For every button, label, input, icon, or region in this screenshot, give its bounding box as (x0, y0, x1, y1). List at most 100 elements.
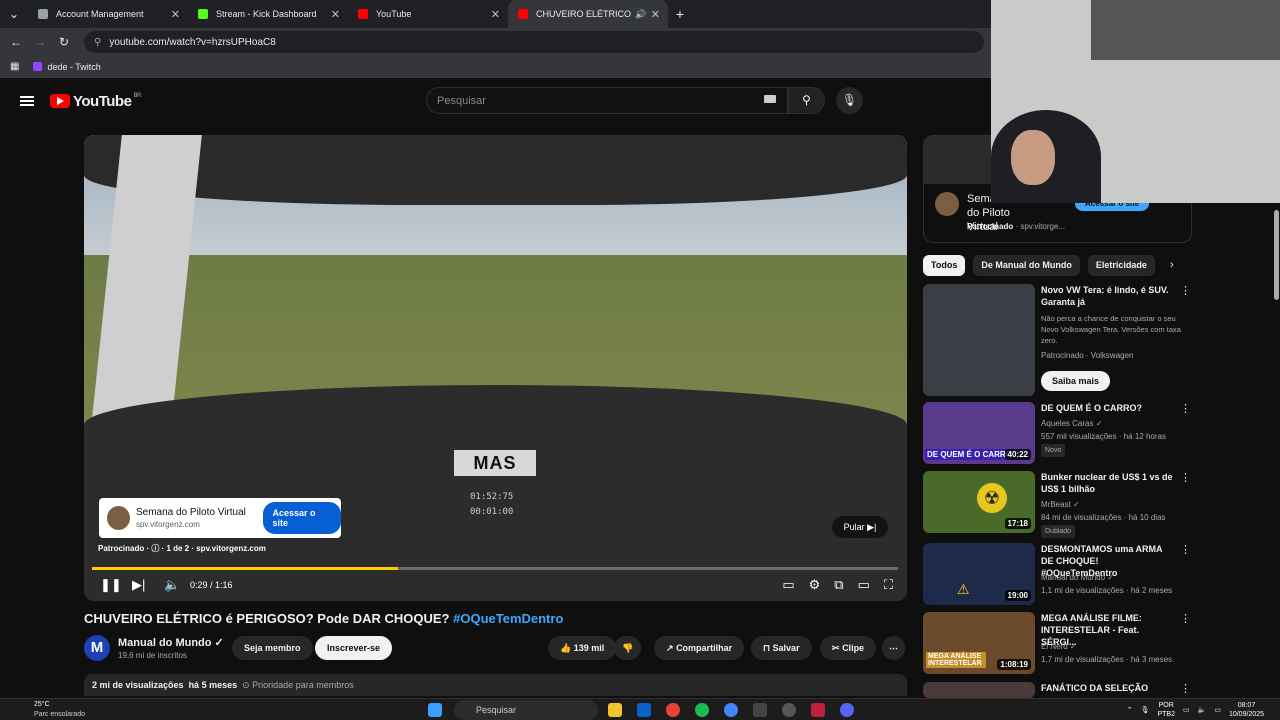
search-icon[interactable]: ⚲ (788, 87, 825, 114)
more-options-icon[interactable]: ⋮ (1180, 471, 1191, 484)
channel-avatar[interactable]: M (84, 635, 110, 661)
microphone-tray-icon[interactable]: 🎙 (1141, 706, 1150, 715)
save-label: Salvar (772, 643, 800, 653)
tab-close-icon[interactable]: ✕ (171, 8, 180, 21)
recommendation-item[interactable]: Novo VW Tera: é lindo, é SUV. Garanta já… (923, 284, 1192, 396)
address-bar[interactable]: ⚲ youtube.com/watch?v=hzrsUPHoaC8 (84, 31, 984, 53)
more-actions-button[interactable]: ⋯ (882, 636, 905, 660)
more-options-icon[interactable]: ⋮ (1180, 682, 1191, 695)
audio-playing-icon[interactable]: 🔊 (635, 9, 646, 20)
clock[interactable]: 08:07 10/09/2025 (1229, 701, 1264, 719)
progress-fill (92, 567, 399, 570)
subtitles-icon[interactable]: ▭ (782, 577, 794, 593)
video-player[interactable]: MAS 01:52:75 00:01:00 Semana do Piloto V… (84, 135, 907, 601)
outlook-icon[interactable] (637, 703, 651, 717)
weather-widget[interactable]: 25°C Parc ensolarado (24, 700, 85, 720)
chip-from-channel[interactable]: De Manual do Mundo (973, 255, 1080, 276)
chevron-right-icon[interactable]: › (1170, 259, 1174, 271)
learn-more-button[interactable]: Saiba mais (1041, 371, 1111, 391)
weather-condition: Parc ensolarado (34, 711, 85, 718)
thumbnail-caption: DE QUEM É O CARRO (925, 449, 1014, 460)
tab-search-icon[interactable]: ⌄ (0, 7, 28, 21)
forward-icon[interactable]: → (28, 35, 52, 49)
channel-name[interactable]: Manual do Mundo ✓ (118, 636, 224, 649)
chrome-icon[interactable] (666, 703, 680, 717)
save-button[interactable]: ⊓ Salvar (751, 636, 812, 660)
app-icon[interactable] (753, 703, 767, 717)
tab-close-icon[interactable]: ✕ (331, 8, 340, 21)
site-info-icon[interactable]: ⚲ (94, 37, 101, 48)
youtube-logo[interactable]: YouTube BR (50, 93, 141, 110)
chip-all[interactable]: Todos (923, 255, 966, 276)
share-button[interactable]: ↗ Compartilhar (654, 636, 745, 660)
clip-button[interactable]: ✂ Clipe (820, 636, 877, 660)
pause-icon[interactable]: ❚❚ (100, 577, 122, 593)
ad-avatar (107, 506, 130, 530)
kick-favicon-icon (198, 9, 208, 19)
more-options-icon[interactable]: ⋮ (1180, 543, 1191, 556)
description-box[interactable]: 2 mi de visualizações há 5 meses ⊙ Prior… (84, 674, 907, 696)
webcam-face (1011, 130, 1055, 185)
subscribe-button[interactable]: Inscrever-se (315, 636, 393, 660)
warning-icon: ⚠ (957, 581, 970, 597)
tab-favicon-icon (38, 9, 48, 19)
microphone-icon[interactable]: 🎙 (836, 87, 863, 114)
more-options-icon[interactable]: ⋮ (1180, 402, 1191, 415)
apps-grid-icon[interactable]: ▦ (10, 61, 19, 72)
recommendation-item[interactable]: ☢ 17:18 Bunker nuclear de US$ 1 vs de US… (923, 471, 1192, 538)
video-thumbnail (923, 682, 1035, 698)
tab-current-video[interactable]: CHUVEIRO ELÉTRICO é PERIGOSO 🔊 ✕ (508, 0, 668, 28)
search-input[interactable]: Pesquisar (426, 87, 788, 114)
volume-tray-icon[interactable]: 🔈 (1198, 706, 1207, 715)
hashtag-link[interactable]: #OQueTemDentro (453, 611, 563, 626)
miniplayer-icon[interactable]: ⧉ (834, 577, 843, 593)
more-options-icon[interactable]: ⋮ (1180, 284, 1191, 297)
bookmark-dede-twitch[interactable]: dede - Twitch (47, 62, 100, 72)
taskbar-search[interactable]: Pesquisar (454, 700, 598, 720)
recommendation-item[interactable]: ⚠ 19:00 DESMONTAMOS uma ARMA DE CHOQUE! … (923, 543, 1192, 605)
page-scrollbar[interactable] (1274, 210, 1279, 300)
fullscreen-icon[interactable]: ⛶ (884, 577, 893, 593)
progress-bar[interactable] (92, 567, 898, 570)
dislike-button[interactable]: 👎 (614, 636, 642, 660)
menu-icon[interactable] (20, 96, 34, 106)
app-red-icon[interactable] (811, 703, 825, 717)
ad-visit-button[interactable]: Acessar o site (262, 502, 341, 534)
next-icon[interactable]: ▶| (132, 577, 145, 593)
recommendation-item[interactable]: MEGA ANÁLISE INTERESTELAR 1:08:19 MEGA A… (923, 612, 1192, 674)
recommendation-channel: Aqueles Caras ✓ (1041, 419, 1103, 428)
chrome-active-icon[interactable] (724, 703, 738, 717)
like-button[interactable]: 👍 139 mil (548, 636, 617, 660)
settings-gear-icon[interactable]: ⚙ (809, 577, 821, 593)
youtube-favicon-icon (518, 9, 528, 19)
skip-ad-button[interactable]: Pular ▶| (832, 516, 888, 538)
tab-youtube[interactable]: YouTube ✕ (348, 0, 508, 28)
back-icon[interactable]: ← (4, 35, 28, 49)
discord-icon[interactable] (840, 703, 854, 717)
tray-chevron-icon[interactable]: ⌃ (1127, 706, 1133, 715)
join-button[interactable]: Seja membro (232, 636, 313, 660)
theater-mode-icon[interactable]: ▭ (858, 577, 870, 593)
tab-title: CHUVEIRO ELÉTRICO é PERIGOSO (536, 9, 631, 19)
tab-kick-dashboard[interactable]: Stream - Kick Dashboard ✕ (188, 0, 348, 28)
network-icon[interactable]: ▭ (1183, 706, 1190, 715)
reload-icon[interactable]: ↻ (52, 35, 76, 49)
volume-icon[interactable]: 🔈 (164, 577, 180, 593)
language-indicator[interactable]: POR PTB2 (1157, 701, 1175, 719)
more-options-icon[interactable]: ⋮ (1180, 612, 1191, 625)
file-explorer-icon[interactable] (608, 703, 622, 717)
battery-icon[interactable]: ▭ (1214, 706, 1221, 715)
windows-start-icon[interactable] (428, 703, 442, 717)
tab-account-management[interactable]: Account Management ✕ (28, 0, 188, 28)
recommendation-item[interactable]: DE QUEM É O CARRO 40:22 DE QUEM É O CARR… (923, 402, 1192, 464)
tab-close-icon[interactable]: ✕ (491, 8, 500, 21)
new-tab-button[interactable]: + (668, 6, 692, 22)
video-ad-card[interactable]: Semana do Piloto Virtual spv.vitorgenz.c… (99, 498, 341, 538)
recommendation-item[interactable]: FANÁTICO DA SELEÇÃO ⋮ (923, 682, 1192, 698)
clock-time: 08:07 (1237, 702, 1256, 709)
obs-icon[interactable] (782, 703, 796, 717)
keyboard-icon[interactable] (764, 95, 776, 103)
tab-close-icon[interactable]: ✕ (651, 8, 660, 21)
spotify-icon[interactable] (695, 703, 709, 717)
chip-eletricidade[interactable]: Eletricidade (1087, 255, 1155, 276)
